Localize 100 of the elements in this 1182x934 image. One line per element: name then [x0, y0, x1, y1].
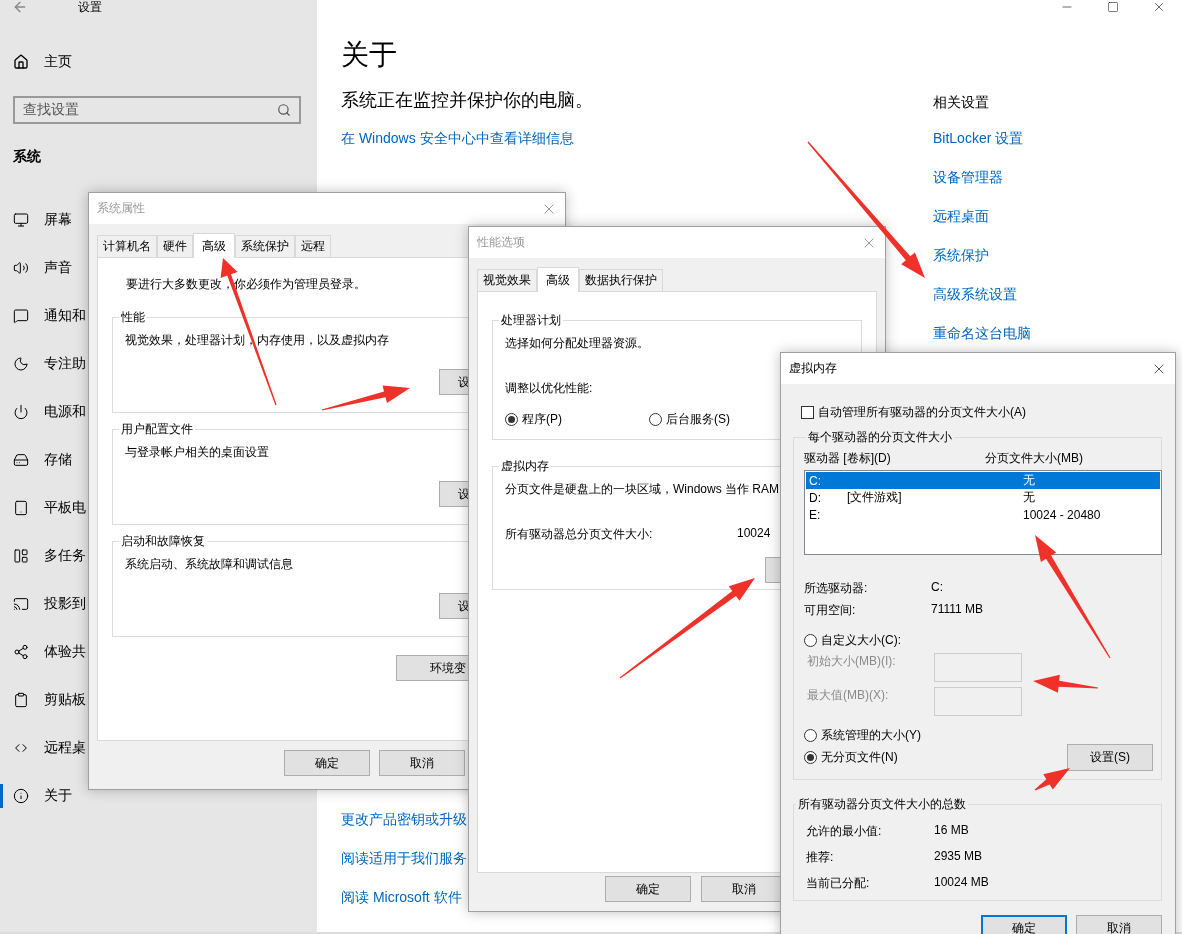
- dialog-button[interactable]: 取消: [379, 750, 465, 776]
- info-label: 所选驱动器:: [804, 580, 869, 597]
- dialog-button[interactable]: 取消: [1076, 915, 1162, 934]
- dialog-button[interactable]: 确定: [284, 750, 370, 776]
- nav-item[interactable]: 平板电: [44, 499, 86, 517]
- info-value: 71111 MB: [931, 602, 984, 616]
- radio-button[interactable]: [649, 413, 662, 426]
- search-icon: [277, 103, 291, 117]
- group-text: 与登录帐户相关的桌面设置: [125, 444, 269, 461]
- related-link[interactable]: BitLocker 设置: [933, 130, 1031, 148]
- nav-item[interactable]: 存储: [44, 451, 72, 469]
- drive-letter: C:: [809, 473, 822, 488]
- group-text: 选择如何分配处理器资源。: [505, 335, 649, 352]
- nav-item[interactable]: 远程桌: [44, 739, 86, 757]
- drive-label: [文件游戏]: [847, 489, 903, 506]
- paging-size: 10024 - 20480: [1023, 507, 1102, 522]
- arrow-icon: [1033, 674, 1099, 693]
- group-text: 视觉效果，处理器计划，内存使用，以及虚拟内存: [125, 332, 389, 349]
- radio-label[interactable]: 系统管理的大小(Y): [821, 727, 921, 744]
- radio-label[interactable]: 无分页文件(N): [821, 749, 898, 766]
- info-icon: [13, 788, 29, 804]
- tab[interactable]: 高级: [537, 267, 579, 292]
- tab[interactable]: 高级: [193, 233, 235, 258]
- page-heading: 关于: [341, 38, 398, 72]
- radio-label[interactable]: 后台服务(S): [666, 411, 730, 428]
- security-link[interactable]: 在 Windows 安全中心中查看详细信息: [341, 130, 933, 148]
- total-label: 所有驱动器总分页文件大小:: [505, 526, 654, 543]
- dialog-title: 系统属性: [97, 200, 145, 217]
- dialog-button[interactable]: 确定: [605, 876, 691, 902]
- tab[interactable]: 视觉效果: [477, 269, 537, 291]
- dialog-title: 虚拟内存: [789, 360, 837, 377]
- radio-label[interactable]: 自定义大小(C):: [821, 632, 901, 649]
- tab[interactable]: 远程: [295, 235, 331, 257]
- related-link[interactable]: 远程桌面: [933, 208, 1031, 226]
- tab[interactable]: 系统保护: [235, 235, 295, 257]
- total-value: 16 MB: [934, 823, 969, 837]
- radio-button[interactable]: [505, 413, 518, 426]
- total-value: 2935 MB: [934, 849, 983, 863]
- radio-button[interactable]: [804, 751, 817, 764]
- total-value: 10024 MB: [934, 875, 989, 889]
- column-header: 分页文件大小(MB): [985, 450, 1083, 467]
- nav-item[interactable]: 通知和: [44, 307, 86, 325]
- group-title: 每个驱动器的分页文件大小: [807, 429, 953, 446]
- total-label: 当前已分配:: [806, 875, 871, 892]
- drive-row[interactable]: D: [文件游戏] 无: [806, 489, 1160, 506]
- related-link[interactable]: 重命名这台电脑: [933, 325, 1031, 343]
- nav-item[interactable]: 投影到: [44, 595, 86, 613]
- radio-button[interactable]: [804, 729, 817, 742]
- drive-row[interactable]: E: 10024 - 20480: [806, 506, 1160, 523]
- nav-item[interactable]: 电源和: [44, 403, 86, 421]
- tab[interactable]: 计算机名: [97, 235, 157, 257]
- nav-item[interactable]: 剪贴板: [44, 691, 86, 709]
- maximize-icon: [1107, 1, 1119, 13]
- nav-item[interactable]: 声音: [44, 259, 72, 277]
- clipboard-icon: [13, 692, 29, 708]
- share-icon: [13, 644, 29, 660]
- drive-letter: D:: [809, 490, 822, 505]
- nav-item[interactable]: 多任务: [44, 547, 86, 565]
- drive-letter: E:: [809, 507, 822, 522]
- nav-item[interactable]: 主页: [44, 53, 72, 71]
- window-title: 设置: [78, 0, 102, 16]
- nav-item[interactable]: 关于: [44, 787, 72, 805]
- group-text: 系统启动、系统故障和调试信息: [125, 556, 293, 573]
- search-field[interactable]: 查找设置: [13, 96, 301, 124]
- related-link[interactable]: 高级系统设置: [933, 286, 1031, 304]
- close-icon: [1152, 0, 1166, 14]
- nav-item[interactable]: 专注助: [44, 355, 86, 373]
- related-heading: 相关设置: [933, 94, 990, 112]
- field-label: 最大值(MB)(X):: [806, 687, 890, 704]
- tab[interactable]: 硬件: [157, 235, 193, 257]
- message-icon: [13, 308, 29, 324]
- back-icon[interactable]: [12, 0, 28, 15]
- moon-icon: [13, 356, 29, 372]
- checkbox-label[interactable]: 自动管理所有驱动器的分页文件大小(A): [818, 404, 1026, 421]
- dialog-button[interactable]: 确定: [981, 915, 1067, 934]
- radio-button[interactable]: [804, 634, 817, 647]
- related-link[interactable]: 设备管理器: [933, 169, 1031, 187]
- set-button[interactable]: 设置(S): [1067, 744, 1153, 771]
- info-label: 可用空间:: [804, 602, 857, 619]
- speaker-icon: [13, 260, 29, 276]
- tab[interactable]: 数据执行保护: [579, 269, 663, 291]
- notice-text: 要进行大多数更改，你必须作为管理员登录。: [125, 276, 366, 293]
- tablet-icon: [13, 500, 29, 516]
- group-title: 虚拟内存: [500, 458, 550, 475]
- group-title: 处理器计划: [500, 312, 562, 329]
- arrow-icon: [1034, 768, 1070, 791]
- home-icon: [13, 54, 29, 70]
- nav-item[interactable]: 体验共: [44, 643, 86, 661]
- related-link[interactable]: 系统保护: [933, 247, 1031, 265]
- prompt-text: 调整以优化性能:: [505, 380, 593, 397]
- group-title: 所有驱动器分页文件大小的总数: [797, 796, 967, 813]
- group-text: 分页文件是硬盘上的一块区域，Windows 当作 RAM: [505, 481, 779, 498]
- nav-item[interactable]: 屏幕: [44, 211, 72, 229]
- group-title: 启动和故障恢复: [120, 533, 206, 550]
- group-title: 性能: [120, 309, 146, 326]
- arrow-icon: [807, 141, 925, 278]
- radio-label[interactable]: 程序(P): [522, 411, 562, 428]
- drive-row[interactable]: C: 无: [806, 472, 1160, 489]
- checkbox[interactable]: [801, 406, 814, 419]
- panels-icon: [13, 548, 29, 564]
